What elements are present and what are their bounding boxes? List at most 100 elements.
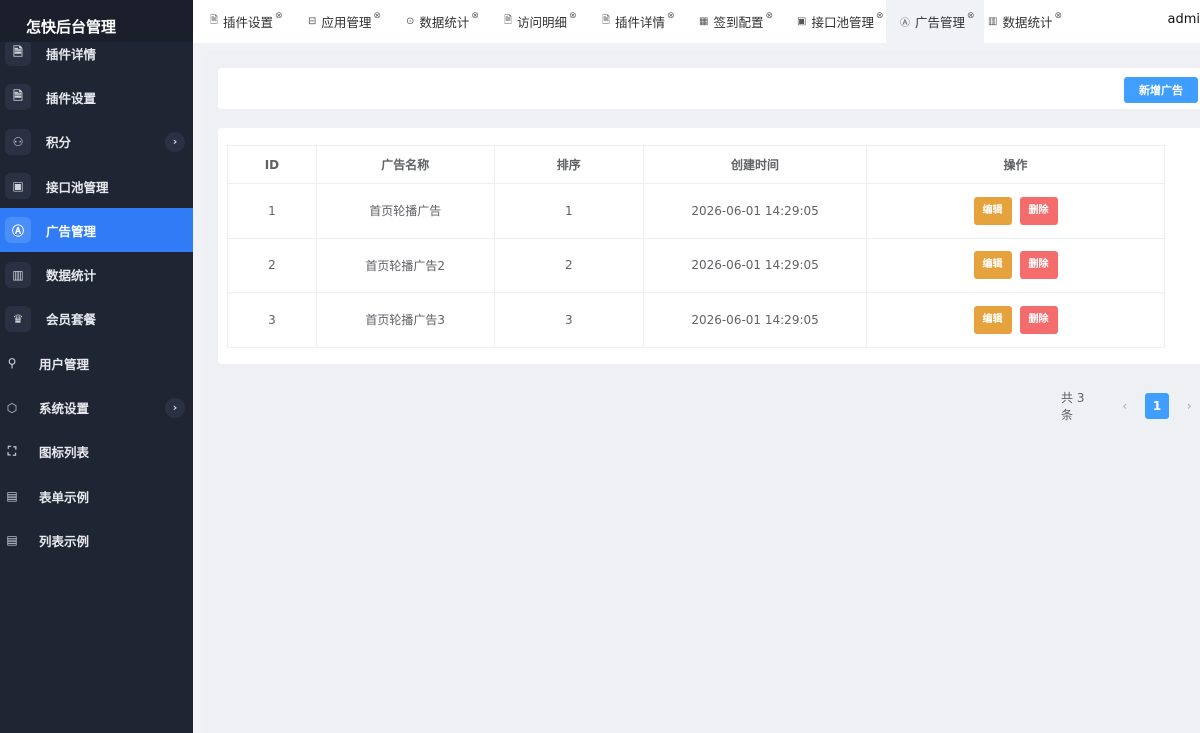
sidebar-item-label: 插件设置 (46, 90, 97, 106)
tab-label: 接口池管理 (811, 15, 874, 30)
sidebar-item[interactable]: 🗎 插件设置 (0, 75, 193, 119)
header-name: 广告名称 (316, 145, 495, 184)
tab-bar: 🗎 插件设置 ⊗ ⊟ 应用管理 ⊗ ⊙ 数据统计 ⊗ 🗎 访问明细 ⊗ 🗎 插件详情 ⊗ ▦ 签到配置 ⊗ ▣ 接口池… (193, 0, 1200, 43)
sidebar-item[interactable]: ▣ 接口池管理 (0, 164, 193, 208)
tab-label: 访问明细 (517, 15, 568, 30)
calendar-icon: ▦ (699, 16, 709, 27)
chevron-right-icon[interactable]: › (165, 397, 185, 418)
sidebar-item[interactable]: ⛶ 图标列表 (0, 430, 193, 474)
close-icon[interactable]: ⊗ (765, 11, 773, 21)
sidebar-item-label: 表单示例 (39, 489, 90, 505)
tab-label: 应用管理 (321, 15, 372, 30)
sidebar-item[interactable]: ▤ 列表示例 (0, 518, 193, 562)
cell-name: 首页轮播广告 (316, 183, 495, 239)
delete-button[interactable]: 删除 (1019, 251, 1058, 280)
tab-label: 插件详情 (615, 15, 666, 30)
cell-actions: 编辑 删除 (866, 183, 1165, 239)
ads-table: ID 广告名称 排序 创建时间 操作 1 首页轮播广告 1 2026-06-01 14… (227, 145, 1165, 348)
cell-id: 2 (227, 238, 317, 293)
sidebar-item-label: 会员套餐 (46, 312, 97, 328)
edit-button[interactable]: 编辑 (973, 251, 1012, 280)
list-icon: ▤ (6, 533, 18, 548)
close-icon[interactable]: ⊗ (275, 11, 283, 21)
stats-icon: ⊙ (406, 16, 415, 27)
tab[interactable]: Ⓐ 广告管理 ⊗ (886, 0, 984, 43)
close-icon[interactable]: ⊗ (471, 11, 479, 21)
header-id: ID (227, 145, 317, 184)
tab[interactable]: ⊟ 应用管理 ⊗ (308, 0, 404, 43)
sidebar-item-label: 接口池管理 (46, 179, 109, 195)
cell-sort: 2 (494, 238, 644, 293)
sidebar-item-label: 图标列表 (39, 445, 90, 461)
add-ad-button[interactable]: 新增广告 (1124, 77, 1198, 103)
points-icon: ⚇ (5, 128, 31, 155)
sidebar-item[interactable]: Ⓐ 广告管理 (0, 208, 193, 253)
user-icon: ⚲ (7, 356, 17, 371)
delete-button[interactable]: 删除 (1019, 196, 1058, 225)
api-pool-icon: ▣ (5, 173, 31, 200)
sidebar-menu: 🗎 插件详情 🗎 插件设置 ⚇ 积分 › ▣ 接口池管理 Ⓐ 广告管理 ▥ 数据统计 ♛ 会员套餐 ⚲ 用户管理… (0, 31, 193, 563)
page-number[interactable]: 1 (1145, 393, 1169, 419)
crown-icon: ♛ (5, 305, 31, 332)
gear-icon: ⬡ (6, 400, 18, 415)
sidebar-item-label: 系统设置 (39, 401, 90, 417)
tab[interactable]: ⊙ 数据统计 ⊗ (406, 0, 502, 43)
chevron-right-icon[interactable]: › (165, 131, 185, 152)
header-created: 创建时间 (643, 145, 868, 184)
tab[interactable]: 🗎 插件详情 ⊗ (602, 0, 698, 43)
api-icon: ▣ (797, 16, 807, 27)
form-icon: ▤ (6, 489, 18, 504)
edit-button[interactable]: 编辑 (973, 305, 1012, 334)
tab[interactable]: 🗎 访问明细 ⊗ (504, 0, 600, 43)
sidebar-item[interactable]: ♛ 会员套餐 (0, 297, 193, 341)
app-title: 怎快后台管理 (0, 0, 193, 42)
table-row: 2 首页轮播广告2 2 2026-06-01 14:29:05 编辑 删除 (227, 238, 1165, 293)
sidebar-item[interactable]: ▥ 数据统计 (0, 252, 193, 296)
cell-sort: 1 (494, 183, 644, 239)
tab-label: 广告管理 (915, 15, 966, 30)
tab[interactable]: ▣ 接口池管理 ⊗ (797, 0, 889, 43)
file-settings-icon: 🗎 (5, 84, 31, 111)
app-icon: ⊟ (308, 16, 317, 27)
tab-label: 插件设置 (223, 15, 274, 30)
header-sort: 排序 (494, 145, 644, 184)
file-doc-icon: 🗎 (5, 40, 31, 67)
chart-icon: ▥ (5, 261, 31, 288)
table-header-row: ID 广告名称 排序 创建时间 操作 (227, 145, 1165, 184)
main-content: 新增广告 ID 广告名称 排序 创建时间 操作 1 首页轮播广告 1 2026-06-… (201, 51, 1200, 733)
close-icon[interactable]: ⊗ (967, 11, 975, 21)
next-page-icon[interactable]: › (1179, 399, 1200, 413)
sidebar-item[interactable]: ⚲ 用户管理 (0, 341, 193, 385)
tab-label: 数据统计 (419, 15, 470, 30)
doc-icon: 🗎 (504, 15, 513, 26)
sidebar-item-label: 数据统计 (46, 268, 97, 284)
cell-created: 2026-06-01 14:29:05 (643, 183, 868, 239)
cell-actions: 编辑 删除 (866, 238, 1165, 293)
table-row: 3 首页轮播广告3 3 2026-06-01 14:29:05 编辑 删除 (227, 292, 1165, 348)
prev-page-icon[interactable]: ‹ (1114, 399, 1135, 413)
tab[interactable]: 🗎 插件设置 ⊗ (210, 0, 306, 43)
sidebar-item[interactable]: ⚇ 积分 › (0, 120, 193, 164)
delete-button[interactable]: 删除 (1019, 305, 1058, 334)
sidebar-item[interactable]: ▤ 表单示例 (0, 474, 193, 518)
cell-id: 1 (227, 183, 317, 239)
sidebar-item-label: 插件详情 (46, 46, 97, 62)
ad-icon: Ⓐ (900, 18, 910, 29)
close-icon[interactable]: ⊗ (876, 11, 884, 21)
close-icon[interactable]: ⊗ (373, 11, 381, 21)
close-icon[interactable]: ⊗ (569, 11, 577, 21)
tab-label: 签到配置 (713, 15, 764, 30)
sidebar-item-label: 列表示例 (39, 533, 90, 549)
close-icon[interactable]: ⊗ (667, 11, 675, 21)
tab[interactable]: ▥ 数据统计 ⊗ (988, 0, 1080, 43)
edit-button[interactable]: 编辑 (973, 196, 1012, 225)
user-name[interactable]: admi (1168, 12, 1200, 27)
cell-actions: 编辑 删除 (866, 292, 1165, 348)
cell-id: 3 (227, 292, 317, 348)
pagination-total: 共 3 条 (1061, 391, 1085, 422)
sidebar-item[interactable]: ⬡ 系统设置 › (0, 385, 193, 429)
file-icon: 🗎 (210, 15, 219, 26)
tab[interactable]: ▦ 签到配置 ⊗ (699, 0, 795, 43)
toolbar (218, 68, 1200, 109)
close-icon[interactable]: ⊗ (1054, 11, 1062, 21)
